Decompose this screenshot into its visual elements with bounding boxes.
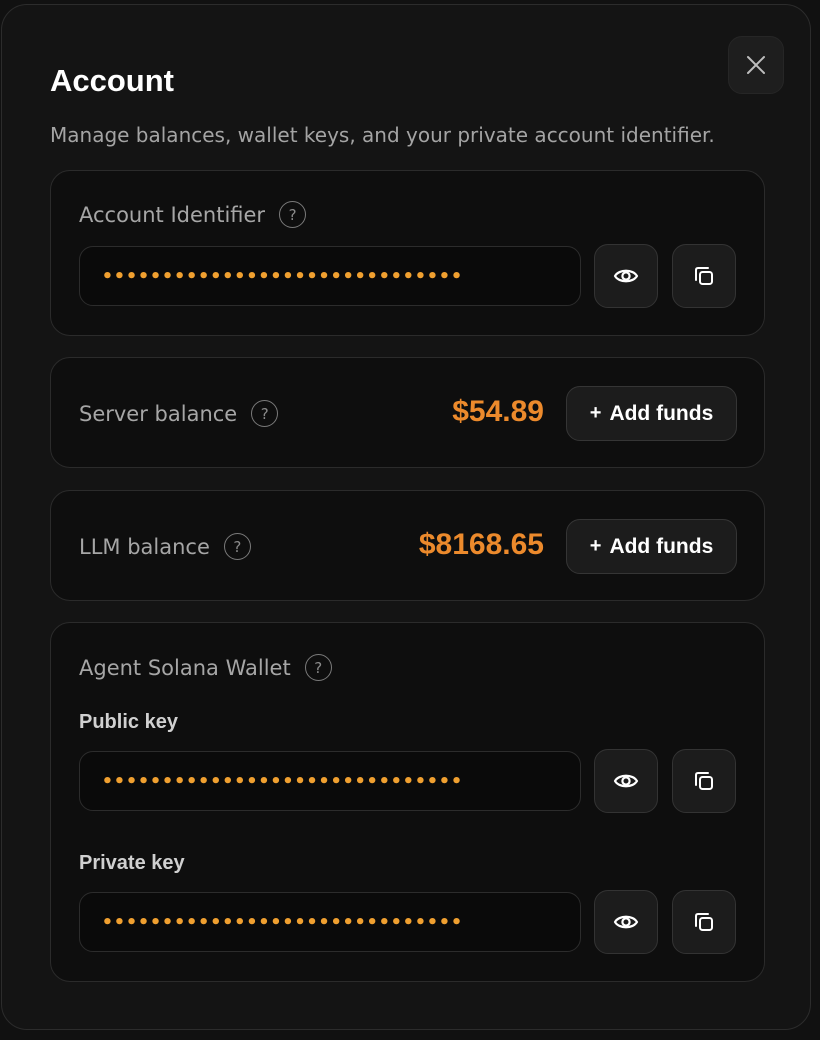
help-icon[interactable]: ? bbox=[251, 400, 279, 427]
reveal-account-identifier-button[interactable] bbox=[594, 244, 658, 308]
private-key-masked-value: •••••••••••••••••••••••••••••• bbox=[102, 911, 464, 933]
help-icon[interactable]: ? bbox=[279, 201, 307, 228]
account-identifier-masked-value: •••••••••••••••••••••••••••••• bbox=[102, 265, 464, 287]
reveal-private-key-button[interactable] bbox=[594, 890, 658, 954]
wallet-label-row: Agent Solana Wallet ? bbox=[79, 654, 332, 681]
account-identifier-field[interactable]: •••••••••••••••••••••••••••••• bbox=[79, 246, 581, 306]
eye-icon bbox=[613, 915, 639, 929]
public-key-field[interactable]: •••••••••••••••••••••••••••••• bbox=[79, 751, 581, 811]
llm-balance-card: LLM balance ? $8168.65 + Add funds bbox=[50, 490, 765, 601]
modal-title: Account bbox=[50, 63, 174, 98]
eye-icon bbox=[613, 269, 639, 283]
public-key-masked-value: •••••••••••••••••••••••••••••• bbox=[102, 770, 464, 792]
copy-private-key-button[interactable] bbox=[672, 890, 736, 954]
llm-balance-label-row: LLM balance ? bbox=[79, 533, 251, 560]
llm-balance-label: LLM balance bbox=[79, 534, 210, 559]
server-balance-card: Server balance ? $54.89 + Add funds bbox=[50, 357, 765, 468]
wallet-label: Agent Solana Wallet bbox=[79, 655, 291, 680]
add-funds-label: Add funds bbox=[609, 534, 714, 558]
server-balance-label-row: Server balance ? bbox=[79, 400, 279, 427]
close-button[interactable] bbox=[728, 36, 784, 94]
server-balance-amount: $54.89 bbox=[452, 395, 544, 428]
add-funds-label: Add funds bbox=[609, 401, 714, 425]
private-key-field[interactable]: •••••••••••••••••••••••••••••• bbox=[79, 892, 581, 952]
wallet-card: Agent Solana Wallet ? Public key •••••••… bbox=[50, 622, 765, 982]
plus-icon: + bbox=[589, 402, 602, 424]
public-key-label: Public key bbox=[79, 711, 178, 733]
eye-icon bbox=[613, 774, 639, 788]
reveal-public-key-button[interactable] bbox=[594, 749, 658, 813]
copy-public-key-button[interactable] bbox=[672, 749, 736, 813]
copy-icon bbox=[695, 267, 713, 285]
copy-icon bbox=[695, 913, 713, 931]
help-icon[interactable]: ? bbox=[223, 533, 251, 560]
account-identifier-label: Account Identifier bbox=[79, 202, 266, 227]
llm-balance-amount: $8168.65 bbox=[418, 528, 544, 561]
close-icon bbox=[747, 56, 765, 74]
server-balance-label: Server balance bbox=[79, 401, 238, 426]
account-modal: Account Manage balances, wallet keys, an… bbox=[1, 4, 811, 1030]
account-identifier-label-row: Account Identifier ? bbox=[79, 201, 307, 228]
copy-account-identifier-button[interactable] bbox=[672, 244, 736, 308]
server-add-funds-button[interactable]: + Add funds bbox=[566, 386, 737, 441]
llm-add-funds-button[interactable]: + Add funds bbox=[566, 519, 737, 574]
private-key-label: Private key bbox=[79, 852, 185, 874]
plus-icon: + bbox=[589, 535, 602, 557]
modal-subtitle: Manage balances, wallet keys, and your p… bbox=[50, 123, 715, 147]
help-icon[interactable]: ? bbox=[304, 654, 332, 681]
account-identifier-card: Account Identifier ? •••••••••••••••••••… bbox=[50, 170, 765, 336]
copy-icon bbox=[695, 772, 713, 790]
